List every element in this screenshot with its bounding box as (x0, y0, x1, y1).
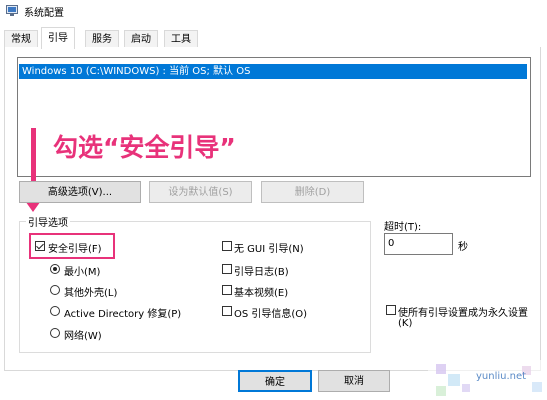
no-gui-boot-label[interactable]: 无 GUI 引导(N) (234, 240, 304, 255)
base-video-checkbox[interactable] (222, 285, 232, 295)
ad-repair-label[interactable]: Active Directory 修复(P) (64, 305, 181, 320)
make-permanent-hotkey[interactable]: (K) (398, 318, 412, 329)
network-label[interactable]: 网络(W) (64, 327, 102, 342)
ok-button[interactable]: 确定 (238, 370, 312, 392)
minimal-radio[interactable] (50, 264, 60, 274)
alternate-shell-radio[interactable] (50, 285, 60, 295)
window-title: 系统配置 (24, 8, 64, 19)
watermark-text: yunliu.net (476, 371, 527, 382)
annotation-text: 勾选“安全引导” (53, 133, 236, 162)
cancel-button[interactable]: 取消 (318, 370, 390, 392)
no-gui-boot-checkbox[interactable] (222, 241, 232, 251)
alternate-shell-label[interactable]: 其他外壳(L) (64, 284, 117, 299)
make-permanent-label[interactable]: 使所有引导设置成为永久设置 (398, 304, 528, 319)
set-default-button[interactable]: 设为默认值(S) (149, 181, 252, 203)
tab-boot[interactable]: 引导 (41, 27, 75, 49)
minimal-label[interactable]: 最小(M) (64, 263, 100, 278)
tab-services[interactable]: 服务 (85, 30, 119, 48)
timeout-unit: 秒 (458, 242, 468, 253)
timeout-label: 超时(T): (384, 222, 422, 233)
boot-log-checkbox[interactable] (222, 264, 232, 274)
base-video-label[interactable]: 基本视频(E) (234, 284, 288, 299)
safe-boot-checkbox[interactable] (35, 241, 45, 251)
tab-tools[interactable]: 工具 (164, 30, 198, 48)
tab-startup[interactable]: 启动 (124, 30, 158, 48)
delete-button[interactable]: 删除(D) (261, 181, 364, 203)
network-radio[interactable] (50, 328, 60, 338)
boot-log-label[interactable]: 引导日志(B) (234, 263, 289, 278)
os-boot-info-label[interactable]: OS 引导信息(O) (234, 305, 307, 320)
title-bar (0, 0, 547, 22)
tab-general[interactable]: 常规 (4, 30, 38, 48)
timeout-input[interactable]: 0 (384, 233, 453, 255)
ad-repair-radio[interactable] (50, 306, 60, 316)
boot-options-label: 引导选项 (26, 214, 70, 229)
boot-os-entry-selected[interactable]: Windows 10 (C:\WINDOWS) : 当前 OS; 默认 OS (19, 64, 527, 79)
advanced-options-button[interactable]: 高级选项(V)... (19, 181, 141, 203)
os-boot-info-checkbox[interactable] (222, 306, 232, 316)
make-permanent-checkbox[interactable] (386, 305, 396, 315)
safe-boot-label[interactable]: 安全引导(F) (48, 240, 102, 255)
msconfig-icon (6, 5, 18, 16)
